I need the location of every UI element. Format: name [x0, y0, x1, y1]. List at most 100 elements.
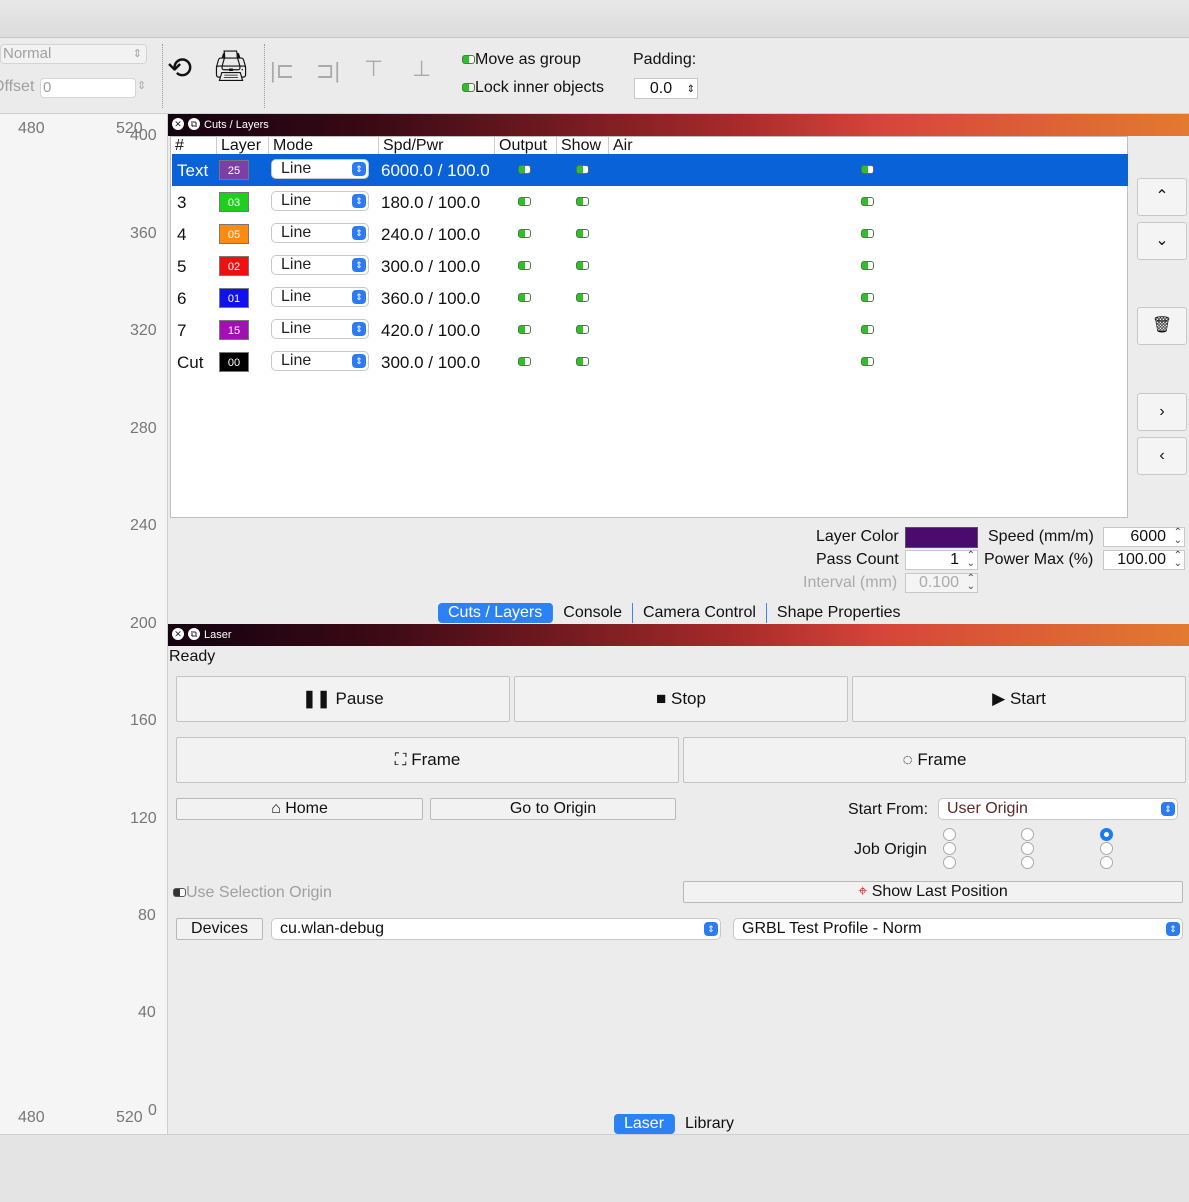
layer-mode-select[interactable]: Line ⇕ [271, 287, 369, 307]
offset-input[interactable]: 0 [40, 78, 136, 98]
job-origin-middle-left[interactable] [943, 842, 956, 855]
layer-mode-select[interactable]: Line ⇕ [271, 319, 369, 339]
output-toggle[interactable] [518, 197, 531, 206]
tab-shape-properties[interactable]: Shape Properties [767, 603, 911, 623]
output-toggle[interactable] [518, 357, 531, 366]
start-button[interactable]: ▶ Start [852, 676, 1186, 722]
output-toggle[interactable] [518, 165, 531, 174]
col-header-show[interactable]: Show [557, 137, 609, 154]
collapse-button[interactable]: ‹ [1137, 437, 1187, 475]
show-toggle[interactable] [576, 357, 589, 366]
job-origin-middle-right[interactable] [1100, 842, 1113, 855]
col-header-output[interactable]: Output [495, 137, 557, 154]
pass-count-input[interactable]: 1 ⌃ ⌄ [905, 550, 978, 570]
job-origin-top-left[interactable] [943, 828, 956, 841]
expand-button[interactable]: › [1137, 393, 1187, 431]
show-toggle[interactable] [576, 229, 589, 238]
stop-button[interactable]: ■ Stop [514, 676, 848, 722]
col-header-spdpwr[interactable]: Spd/Pwr [379, 137, 495, 154]
float-icon[interactable]: ⧉ [188, 118, 200, 130]
layer-row[interactable]: 3 03 Line ⇕ 180.0 / 100.0 [172, 186, 1128, 218]
output-toggle[interactable] [518, 325, 531, 334]
speed-input[interactable]: 6000 ⌃ ⌄ [1103, 527, 1185, 547]
offset-stepper[interactable]: ⇕ [137, 79, 146, 92]
device-port-select[interactable]: cu.wlan-debug ⇕ [271, 918, 721, 940]
layer-color-swatch[interactable] [905, 527, 978, 548]
air-toggle[interactable] [861, 357, 874, 366]
chevron-updown-icon: ⇕ [1166, 922, 1180, 936]
layer-mode-select[interactable]: Line ⇕ [271, 159, 369, 179]
tab-laser[interactable]: Laser [614, 1114, 676, 1134]
layer-row[interactable]: 4 05 Line ⇕ 240.0 / 100.0 [172, 218, 1128, 250]
float-icon[interactable]: ⧉ [188, 628, 200, 640]
move-as-group-toggle[interactable]: Move as group [462, 51, 581, 69]
output-toggle[interactable] [518, 293, 531, 302]
col-header-num[interactable]: # [171, 137, 217, 154]
frame-circle-button[interactable]: ◌ Frame [683, 737, 1186, 783]
layer-row[interactable]: 6 01 Line ⇕ 360.0 / 100.0 [172, 282, 1128, 314]
home-button[interactable]: ⌂ Home [176, 798, 423, 820]
show-toggle[interactable] [576, 165, 589, 174]
air-toggle[interactable] [861, 229, 874, 238]
tab-camera-control[interactable]: Camera Control [633, 603, 767, 623]
col-header-layer[interactable]: Layer [217, 137, 269, 154]
col-header-air[interactable]: Air [609, 137, 1129, 154]
rotate-refresh-icon[interactable]: ⟲ [167, 54, 192, 84]
job-origin-top-right[interactable] [1100, 828, 1113, 841]
job-origin-top-center[interactable] [1021, 828, 1034, 841]
layer-mode-select[interactable]: Line ⇕ [271, 255, 369, 275]
air-toggle[interactable] [861, 293, 874, 302]
move-layer-down-button[interactable]: ⌄ [1137, 222, 1187, 260]
layer-row[interactable]: Text 25 Line ⇕ 6000.0 / 100.0 [172, 154, 1128, 186]
air-toggle[interactable] [861, 261, 874, 270]
job-origin-bottom-right[interactable] [1100, 856, 1113, 869]
layer-mode-select[interactable]: Line ⇕ [271, 191, 369, 211]
go-to-origin-button[interactable]: Go to Origin [430, 798, 676, 820]
layer-row[interactable]: Cut 00 Line ⇕ 300.0 / 100.0 [172, 346, 1128, 378]
align-right-icon[interactable]: ⊐| [316, 56, 340, 86]
devices-button[interactable]: Devices [176, 918, 263, 940]
output-toggle[interactable] [518, 229, 531, 238]
lock-inner-objects-toggle[interactable]: Lock inner objects [462, 79, 604, 97]
job-origin-bottom-left[interactable] [943, 856, 956, 869]
show-toggle[interactable] [576, 325, 589, 334]
align-left-icon[interactable]: |⊏ [270, 56, 294, 86]
job-origin-center[interactable] [1021, 842, 1034, 855]
interval-value: 0.100 [918, 574, 959, 591]
layer-row[interactable]: 7 15 Line ⇕ 420.0 / 100.0 [172, 314, 1128, 346]
close-icon[interactable]: ✕ [172, 628, 184, 640]
use-selection-origin-toggle[interactable]: Use Selection Origin [173, 884, 332, 902]
padding-input[interactable]: 0.0 ⇕ [634, 78, 698, 99]
align-top-icon[interactable]: ⊤ [364, 54, 383, 84]
tab-console[interactable]: Console [553, 603, 633, 623]
pause-button[interactable]: ❚❚ Pause [176, 676, 510, 722]
show-toggle[interactable] [576, 261, 589, 270]
tab-cuts-layers[interactable]: Cuts / Layers [438, 603, 554, 623]
output-toggle[interactable] [518, 261, 531, 270]
layer-spdpwr: 420.0 / 100.0 [381, 321, 481, 340]
show-toggle[interactable] [576, 197, 589, 206]
air-toggle[interactable] [861, 197, 874, 206]
tab-library[interactable]: Library [675, 1114, 744, 1134]
interval-input[interactable]: 0.100 ⌃ ⌄ [905, 573, 978, 593]
align-bottom-icon[interactable]: ⊥ [412, 54, 431, 84]
show-last-position-button[interactable]: ⌖ Show Last Position [683, 881, 1183, 903]
blend-mode-select[interactable]: Normal ⇕ [0, 44, 147, 64]
show-toggle[interactable] [576, 293, 589, 302]
air-toggle[interactable] [861, 325, 874, 334]
device-profile-select[interactable]: GRBL Test Profile - Norm ⇕ [733, 918, 1183, 940]
move-layer-up-button[interactable]: ⌃ [1137, 178, 1187, 216]
power-max-input[interactable]: 100.00 ⌃ ⌄ [1103, 550, 1185, 570]
frame-rect-button[interactable]: ⛶ Frame [176, 737, 679, 783]
col-header-mode[interactable]: Mode [269, 137, 379, 154]
start-from-select[interactable]: User Origin ⇕ [938, 798, 1178, 820]
layer-row[interactable]: 5 02 Line ⇕ 300.0 / 100.0 [172, 250, 1128, 282]
print-cut-icon[interactable]: 🖨 [212, 52, 250, 82]
close-icon[interactable]: ✕ [172, 118, 184, 130]
laser-title: Laser [204, 629, 232, 641]
job-origin-bottom-center[interactable] [1021, 856, 1034, 869]
air-toggle[interactable] [861, 165, 874, 174]
delete-layer-button[interactable]: 🗑 [1137, 307, 1187, 345]
layer-mode-select[interactable]: Line ⇕ [271, 351, 369, 371]
layer-mode-select[interactable]: Line ⇕ [271, 223, 369, 243]
